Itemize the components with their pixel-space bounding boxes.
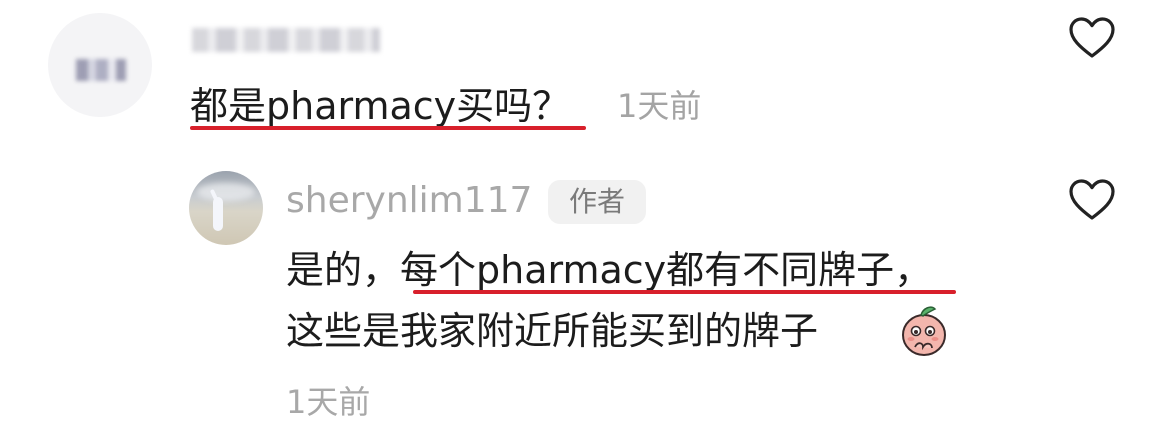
avatar-figure: [213, 197, 223, 231]
commenter-username-blurred[interactable]: [192, 28, 380, 52]
like-reply-heart-icon[interactable]: [1068, 178, 1116, 222]
author-badge: 作者: [548, 180, 646, 224]
avatar-sky: [197, 183, 255, 201]
peach-shy-emoji-icon: [901, 303, 947, 357]
author-avatar[interactable]: [189, 171, 263, 245]
reply-highlight-underline: [413, 290, 956, 294]
reply-text-line-1: 是的，每个pharmacy都有不同牌子，: [286, 248, 933, 292]
comment-highlight-underline: [190, 126, 586, 130]
comment-text: 都是pharmacy买吗？: [190, 84, 571, 128]
comment-timestamp: 1天前: [617, 87, 702, 125]
avatar-blur: [76, 59, 126, 81]
reply-timestamp: 1天前: [286, 383, 371, 421]
commenter-avatar[interactable]: [48, 13, 152, 117]
like-comment-heart-icon[interactable]: [1068, 16, 1116, 60]
author-username[interactable]: sherynlim117: [286, 178, 532, 224]
reply-text-line-2: 这些是我家附近所能买到的牌子: [286, 309, 819, 353]
